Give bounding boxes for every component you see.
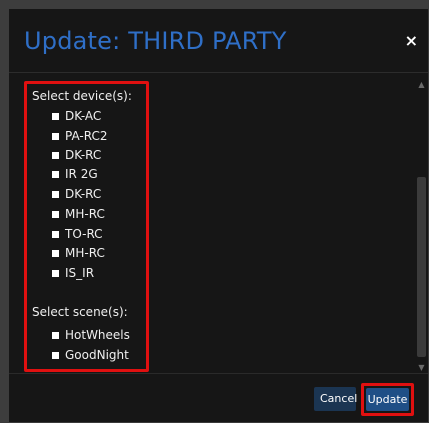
device-item[interactable]: PA-RC2 — [52, 127, 108, 145]
chevron-up-icon[interactable]: ▲ — [418, 81, 425, 89]
device-item[interactable]: DK-RC — [52, 185, 101, 203]
scene-section-label: Select scene(s): — [32, 305, 128, 319]
scene-item-label: HotWheels — [65, 328, 130, 342]
device-item-label: DK-RC — [65, 187, 102, 201]
device-item[interactable]: IS_IR — [52, 264, 94, 282]
dialog-header: Update: THIRD PARTY × — [9, 9, 428, 73]
checkbox[interactable] — [52, 249, 59, 257]
update-button[interactable]: Update — [366, 388, 409, 411]
scene-item-label: GoodNight — [65, 348, 129, 362]
checkbox[interactable] — [52, 331, 59, 339]
dialog-body: Select device(s): DK-AC PA-RC2 DK-RC IR … — [9, 73, 428, 373]
device-item-label: DK-AC — [65, 109, 102, 123]
scrollbar[interactable]: ▲ ▼ — [416, 81, 427, 372]
chevron-down-icon[interactable]: ▼ — [418, 364, 425, 372]
scene-item[interactable]: HotWheels — [52, 326, 130, 344]
device-item-label: IR 2G — [65, 167, 98, 181]
device-item[interactable]: DK-AC — [52, 107, 101, 125]
checkbox[interactable] — [52, 170, 59, 178]
checkbox[interactable] — [52, 210, 59, 218]
device-item-label: TO-RC — [65, 227, 103, 241]
scene-item[interactable]: GoodNight — [52, 346, 129, 364]
device-section-label: Select device(s): — [32, 89, 132, 103]
checkbox[interactable] — [52, 112, 59, 120]
device-item-label: DK-RC — [65, 148, 102, 162]
device-item-label: IS_IR — [65, 266, 95, 280]
checkbox[interactable] — [52, 190, 59, 198]
device-item[interactable]: DK-RC — [52, 146, 101, 164]
checkbox[interactable] — [52, 151, 59, 159]
dialog-title: Update: THIRD PARTY — [24, 27, 287, 55]
checkbox[interactable] — [52, 269, 59, 277]
checkbox[interactable] — [52, 351, 59, 359]
update-button-highlight: Update — [361, 383, 414, 416]
device-item[interactable]: MH-RC — [52, 244, 105, 262]
device-item-label: MH-RC — [65, 207, 105, 221]
dialog-footer: Cancel Update — [9, 373, 428, 423]
device-item[interactable]: MH-RC — [52, 205, 105, 223]
checkbox[interactable] — [52, 132, 59, 140]
device-item-label: MH-RC — [65, 246, 105, 260]
update-dialog: Update: THIRD PARTY × Select device(s): … — [9, 9, 428, 422]
scrollbar-thumb[interactable] — [417, 177, 426, 357]
checkbox[interactable] — [52, 230, 59, 238]
device-item-label: PA-RC2 — [65, 129, 108, 143]
device-item[interactable]: IR 2G — [52, 165, 98, 183]
cancel-button[interactable]: Cancel — [314, 387, 357, 411]
close-icon[interactable]: × — [405, 33, 418, 49]
device-item[interactable]: TO-RC — [52, 225, 103, 243]
